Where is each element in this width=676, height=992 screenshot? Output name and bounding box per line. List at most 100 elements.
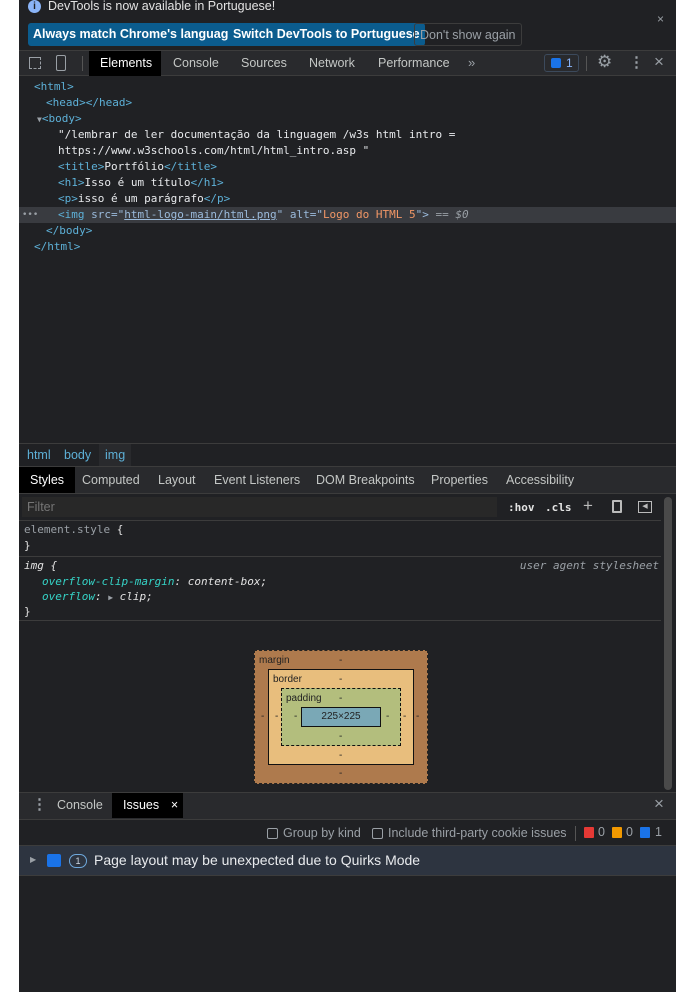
divider <box>586 56 587 71</box>
tab-elements[interactable]: Elements <box>89 51 161 76</box>
tag: </h1> <box>190 176 224 189</box>
img-src-link[interactable]: html-logo-main/html.png <box>124 208 276 221</box>
scrollbar[interactable] <box>664 497 672 790</box>
border-left[interactable]: - <box>275 711 278 722</box>
box-model-padding[interactable]: padding - - - - 225×225 <box>281 688 401 746</box>
tab-properties[interactable]: Properties <box>420 467 499 493</box>
close-infobar-icon[interactable]: × <box>657 12 664 26</box>
box-model-content[interactable]: 225×225 <box>301 707 381 727</box>
drawer-tab-issues[interactable]: Issues × <box>112 793 184 818</box>
tab-console[interactable]: Console <box>162 51 230 76</box>
padding-bottom[interactable]: - <box>339 731 342 742</box>
tab-accessibility[interactable]: Accessibility <box>495 467 585 493</box>
img-user-agent-rule[interactable]: img { user agent stylesheet overflow-cli… <box>19 557 661 621</box>
new-style-rule-icon[interactable]: + <box>583 496 593 516</box>
attr-value: Logo do HTML 5 <box>322 208 416 221</box>
tag: <head></head> <box>46 96 133 109</box>
property-value[interactable]: clip; <box>113 590 153 603</box>
tag: </body> <box>46 224 93 237</box>
main-tab-bar: Elements Console Sources Network Perform… <box>19 50 676 76</box>
close-drawer-icon[interactable]: × <box>654 794 664 814</box>
styles-filter-input[interactable] <box>22 497 497 517</box>
toggle-sidebar-icon[interactable]: ◀ <box>638 501 652 513</box>
padding-top[interactable]: - <box>339 693 342 704</box>
border-label: border <box>273 674 302 685</box>
issue-title: Page layout may be unexpected due to Qui… <box>94 852 421 868</box>
styles-filter-bar: :hov .cls + ◀ <box>19 494 661 521</box>
dont-show-again-button[interactable]: Don't show again <box>414 23 522 46</box>
breadcrumb-img[interactable]: img <box>99 444 132 466</box>
dom-node-body[interactable]: ▼<body> <box>19 111 676 127</box>
dom-node-img-selected[interactable]: ••• <img src="html-logo-main/html.png" al… <box>19 207 676 223</box>
match-language-button[interactable]: Always match Chrome's language <box>28 23 241 46</box>
tab-label: Issues <box>123 798 160 812</box>
expand-triangle-icon[interactable]: ▼ <box>19 115 42 124</box>
border-top[interactable]: - <box>339 674 342 685</box>
tab-network[interactable]: Network <box>298 51 366 76</box>
more-options-icon[interactable]: ⋮ <box>629 53 644 71</box>
device-toolbar-icon[interactable] <box>56 55 66 71</box>
ellipsis-icon[interactable]: ••• <box>22 207 38 223</box>
dom-node-h1[interactable]: <h1>Isso é um título</h1> <box>19 175 676 191</box>
element-style-rule[interactable]: element.style { } <box>19 521 661 557</box>
property-name[interactable]: overflow-clip-margin <box>42 575 174 588</box>
property-value[interactable]: content-box; <box>181 575 267 588</box>
tab-layout[interactable]: Layout <box>147 467 207 493</box>
issue-row-quirks-mode[interactable]: ▶ 1 Page layout may be unexpected due to… <box>19 846 676 876</box>
margin-bottom[interactable]: - <box>339 768 342 779</box>
padding-right[interactable]: - <box>386 711 389 722</box>
box-model-border[interactable]: border - - - - padding - - - - 225×225 <box>268 669 414 765</box>
tag: </title> <box>163 160 217 173</box>
dom-node-head[interactable]: <head></head> <box>19 95 676 111</box>
dom-tree: <html> <head></head> ▼<body> "/lembrar d… <box>19 77 676 443</box>
margin-right[interactable]: - <box>416 711 419 722</box>
border-right[interactable]: - <box>403 711 406 722</box>
dom-text-node-cont: https://www.w3schools.com/html/html_intr… <box>19 143 676 159</box>
property-name[interactable]: overflow <box>42 590 95 603</box>
tag: <title> <box>58 160 105 173</box>
dom-node-html[interactable]: <html> <box>19 79 676 95</box>
border-bottom[interactable]: - <box>339 750 342 761</box>
text: Portfólio <box>104 160 164 173</box>
dom-text-node[interactable]: "/lembrar de ler documentação da linguag… <box>19 127 676 143</box>
expand-triangle-icon[interactable]: ▶ <box>30 855 36 864</box>
info-icon: i <box>28 0 41 13</box>
more-tabs-icon[interactable]: » <box>468 55 475 70</box>
margin-top[interactable]: - <box>339 655 342 666</box>
cls-toggle[interactable]: .cls <box>545 501 572 514</box>
attr: src=" <box>91 208 125 221</box>
margin-label: margin <box>259 655 290 666</box>
drawer-tab-console[interactable]: Console <box>46 793 114 818</box>
group-by-kind-checkbox[interactable]: Group by kind <box>267 826 361 840</box>
tab-computed[interactable]: Computed <box>71 467 151 493</box>
tag: </html> <box>34 240 81 253</box>
drawer-menu-icon[interactable]: ⋮ <box>32 795 47 813</box>
breadcrumb-html[interactable]: html <box>23 444 55 466</box>
infobar-message: DevTools is now available in Portuguese! <box>48 0 276 13</box>
issues-counter-button[interactable]: 1 <box>544 54 579 72</box>
warning-count: 0 <box>626 825 633 839</box>
close-devtools-icon[interactable]: × <box>654 52 664 72</box>
dom-node-title[interactable]: <title>Portfólio</title> <box>19 159 676 175</box>
tab-dom-breakpoints[interactable]: DOM Breakpoints <box>305 467 426 493</box>
tab-sources[interactable]: Sources <box>230 51 298 76</box>
settings-gear-icon[interactable]: ⚙ <box>597 52 612 72</box>
third-party-cookie-checkbox[interactable]: Include third-party cookie issues <box>372 826 567 840</box>
tab-styles[interactable]: Styles <box>19 467 76 493</box>
text: Isso é um título <box>84 176 191 189</box>
tab-performance[interactable]: Performance <box>367 51 461 76</box>
box-model-margin[interactable]: margin - - - - border - - - - padding - … <box>254 650 428 784</box>
padding-left[interactable]: - <box>294 711 297 722</box>
issues-toolbar: Group by kind Include third-party cookie… <box>19 819 676 846</box>
close-tab-icon[interactable]: × <box>171 793 178 818</box>
paintbrush-icon[interactable] <box>612 500 622 513</box>
brace: } <box>24 605 31 618</box>
breadcrumb-body[interactable]: body <box>60 444 95 466</box>
hov-toggle[interactable]: :hov <box>508 501 535 514</box>
info-count: 1 <box>655 825 662 839</box>
margin-left[interactable]: - <box>261 711 264 722</box>
tab-event-listeners[interactable]: Event Listeners <box>203 467 311 493</box>
inspect-element-icon[interactable] <box>29 57 41 69</box>
dom-node-p[interactable]: <p>isso é um parágrafo</p> <box>19 191 676 207</box>
switch-language-button[interactable]: Switch DevTools to Portuguese <box>228 23 425 46</box>
